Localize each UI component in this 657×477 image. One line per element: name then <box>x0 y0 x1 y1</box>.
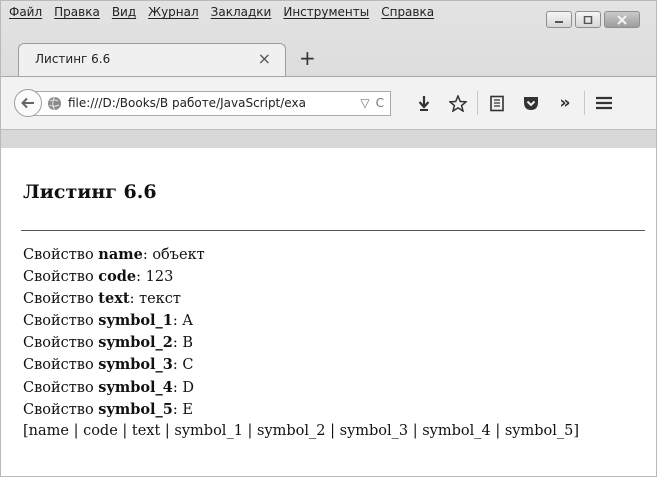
property-value: объект <box>152 247 205 263</box>
toolbar-separator <box>477 91 478 115</box>
toolbar-separator <box>584 91 585 115</box>
maximize-icon <box>583 15 593 24</box>
menu-view[interactable]: Вид <box>112 5 136 25</box>
property-key: symbol_3 <box>98 356 173 374</box>
hamburger-menu-button[interactable] <box>587 90 621 116</box>
property-line: Свойство code: 123 <box>23 268 174 286</box>
keys-list: [name | code | text | symbol_1 | symbol_… <box>23 422 580 439</box>
overflow-menu-button[interactable]: » <box>548 90 582 116</box>
page-heading: Листинг 6.6 <box>23 181 157 203</box>
download-button[interactable] <box>407 90 441 116</box>
property-line: Свойство symbol_1: A <box>23 312 193 330</box>
property-value: 123 <box>145 269 174 286</box>
browser-chrome: Файл Правка Вид Журнал Закладки Инструме… <box>1 1 656 148</box>
globe-icon <box>48 96 61 111</box>
toolbar-icons: » <box>407 90 621 116</box>
window-controls <box>546 11 640 28</box>
property-value: текст <box>139 291 181 308</box>
back-arrow-icon <box>21 97 34 109</box>
download-icon <box>418 96 430 111</box>
menu-edit[interactable]: Правка <box>54 5 100 25</box>
property-key: symbol_5 <box>98 400 173 418</box>
property-value: B <box>182 335 194 352</box>
property-value: D <box>182 379 195 396</box>
new-tab-button[interactable]: + <box>299 46 316 70</box>
minimize-icon <box>555 20 563 23</box>
bookmarks-icon <box>490 95 504 111</box>
tab-close-icon[interactable]: × <box>258 49 271 68</box>
horizontal-rule <box>21 230 645 231</box>
menu-bookmarks[interactable]: Закладки <box>211 5 272 25</box>
reading-list-button[interactable] <box>480 90 514 116</box>
star-icon <box>449 94 467 112</box>
url-text[interactable]: file:///D:/Books/В работе/JavaScript/exa <box>68 96 336 110</box>
hamburger-icon <box>596 96 612 110</box>
property-key: symbol_4 <box>98 378 173 396</box>
pocket-icon <box>524 97 538 110</box>
maximize-button[interactable] <box>575 11 601 28</box>
url-bar[interactable]: file:///D:/Books/В работе/JavaScript/exa… <box>31 91 391 116</box>
url-actions: ▽ C <box>360 96 384 110</box>
bookmark-star-button[interactable] <box>441 90 475 116</box>
navigation-bar: file:///D:/Books/В работе/JavaScript/exa… <box>1 76 656 130</box>
property-value: C <box>182 357 194 374</box>
property-list: Свойство name: объект Свойство code: 123… <box>23 244 579 442</box>
property-value: E <box>182 401 193 418</box>
reload-icon[interactable]: C <box>376 96 384 110</box>
property-line: Свойство symbol_3: C <box>23 356 194 374</box>
tab-active[interactable]: Листинг 6.6 × <box>18 43 286 76</box>
property-line: Свойство text: текст <box>23 290 181 308</box>
back-button[interactable] <box>14 89 42 117</box>
property-key: symbol_2 <box>98 334 173 352</box>
close-icon <box>617 14 627 25</box>
tab-title: Листинг 6.6 <box>35 52 111 66</box>
property-key: text <box>98 290 130 308</box>
property-line: Свойство name: объект <box>23 246 205 263</box>
close-window-button[interactable] <box>604 11 640 28</box>
property-key: code <box>98 268 137 286</box>
browser-window: Файл Правка Вид Журнал Закладки Инструме… <box>0 0 657 477</box>
property-key: name <box>98 246 143 263</box>
more-icon: » <box>559 93 571 113</box>
property-value: A <box>182 313 193 330</box>
property-line: Свойство symbol_2: B <box>23 334 194 352</box>
url-dropdown-icon[interactable]: ▽ <box>360 96 369 110</box>
property-key: symbol_1 <box>98 312 173 330</box>
pocket-button[interactable] <box>514 90 548 116</box>
menu-history[interactable]: Журнал <box>148 5 199 25</box>
property-line: Свойство symbol_5: E <box>23 400 193 418</box>
minimize-button[interactable] <box>546 11 572 28</box>
menu-help[interactable]: Справка <box>381 5 434 25</box>
menu-bar: Файл Правка Вид Журнал Закладки Инструме… <box>9 5 434 25</box>
menu-tools[interactable]: Инструменты <box>283 5 369 25</box>
menu-file[interactable]: Файл <box>9 5 42 25</box>
property-line: Свойство symbol_4: D <box>23 378 195 396</box>
